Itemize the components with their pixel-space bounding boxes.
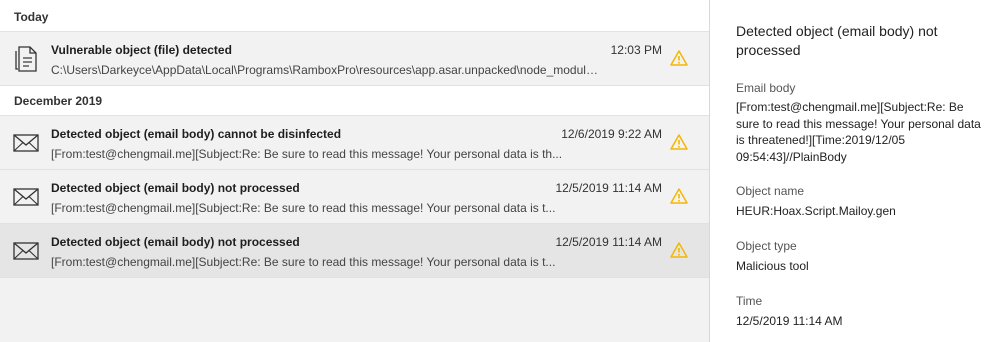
detail-pane: Detected object (email body) not process…: [709, 0, 992, 342]
field-value-object-name: HEUR:Hoax.Script.Mailoy.gen: [736, 204, 896, 218]
list-item[interactable]: Vulnerable object (file) detected C:\Use…: [0, 32, 709, 86]
warning-icon: [670, 242, 688, 258]
item-title: Detected object (email body) not process…: [51, 181, 300, 195]
event-list-pane: Today Vulnerable object (file) detected …: [0, 0, 709, 342]
envelope-icon: [13, 242, 39, 260]
item-time: 12/6/2019 9:22 AM: [561, 127, 662, 141]
item-title: Detected object (email body) cannot be d…: [51, 127, 342, 141]
field-label-email-body: Email body: [736, 81, 796, 95]
detail-title: Detected object (email body) not process…: [736, 23, 938, 58]
envelope-icon: [13, 188, 39, 206]
item-preview: C:\Users\Darkeyce\AppData\Local\Programs…: [51, 63, 603, 77]
group-header-december-2019: December 2019: [0, 86, 709, 116]
list-item[interactable]: Detected object (email body) not process…: [0, 170, 709, 224]
item-preview: [From:test@chengmail.me][Subject:Re: Be …: [51, 255, 556, 269]
item-title: Detected object (email body) not process…: [51, 235, 300, 249]
field-value-time: 12/5/2019 11:14 AM: [736, 314, 843, 328]
list-item[interactable]: Detected object (email body) cannot be d…: [0, 116, 709, 170]
item-preview: [From:test@chengmail.me][Subject:Re: Be …: [51, 201, 556, 215]
envelope-icon: [13, 134, 39, 152]
item-time: 12/5/2019 11:14 AM: [555, 181, 662, 195]
warning-icon: [670, 50, 688, 66]
item-time: 12:03 PM: [610, 43, 662, 57]
field-label-time: Time: [736, 294, 763, 308]
warning-icon: [670, 188, 688, 204]
field-value-email-body: [From:test@chengmail.me][Subject:Re: Be …: [736, 100, 981, 164]
list-item-selected[interactable]: Detected object (email body) not process…: [0, 224, 709, 278]
warning-icon: [670, 134, 688, 150]
group-header-today: Today: [0, 2, 709, 32]
file-icon: [15, 46, 37, 72]
field-label-object-name: Object name: [736, 184, 805, 198]
item-title: Vulnerable object (file) detected: [51, 43, 232, 57]
item-time: 12/5/2019 11:14 AM: [555, 235, 662, 249]
item-preview: [From:test@chengmail.me][Subject:Re: Be …: [51, 147, 563, 161]
field-label-object-type: Object type: [736, 239, 797, 253]
field-value-object-type: Malicious tool: [736, 259, 809, 273]
